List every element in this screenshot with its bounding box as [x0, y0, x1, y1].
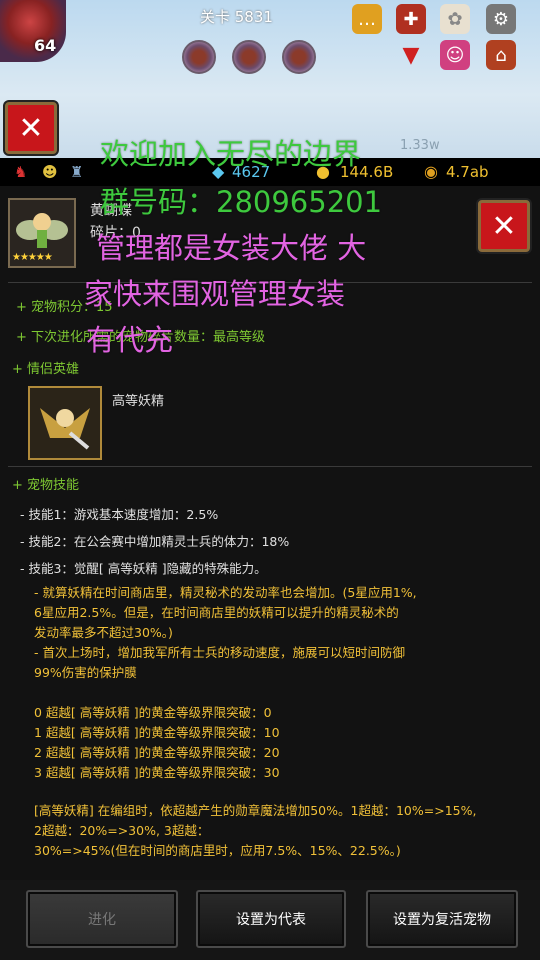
overlay-text: 有代充 — [86, 323, 174, 357]
medal-icon — [282, 40, 316, 74]
partner-hero-portrait[interactable] — [28, 386, 102, 460]
bonus-line: 2超越：20%=>30%, 3超越： — [34, 823, 210, 838]
partner-hero-name: 高等妖精 — [112, 394, 165, 409]
hero-mini-icon: ♞ — [14, 163, 28, 181]
set-revive-pet-button[interactable]: 设置为复活宠物 — [366, 890, 518, 948]
skill-description: 发动率最多不超过30%。) — [34, 625, 173, 640]
skill-description: - 就算妖精在时间商店里，精灵秘术的发动率也会增加。(5星应用1%, — [34, 585, 417, 600]
evolve-button[interactable]: 进化 — [26, 890, 178, 948]
hero-mini-icon: ☻ — [42, 163, 58, 181]
close-outer-button[interactable]: ✕ — [5, 102, 57, 154]
hero-mini-icon: ♜ — [70, 163, 84, 181]
bonus-line: 30%=>45%(但在时间的商店里时，应用7.5%、15%、22.5%。) — [34, 843, 401, 858]
dropdown-arrow-icon[interactable]: ▼ — [396, 40, 426, 70]
player-level: 64 — [34, 36, 57, 55]
skill-line: - 技能3：觉醒[ 高等妖精 ]隐藏的特殊能力。 — [20, 561, 267, 576]
chat-icon[interactable]: … — [352, 4, 382, 34]
divider — [8, 466, 532, 467]
overlay-text: 群号码：280965201 — [100, 185, 383, 219]
overlay-text: 管理都是女装大佬 大 — [96, 231, 367, 265]
limit-break-line: 1 超越[ 高等妖精 ]的黄金等级界限突破：10 — [34, 725, 280, 740]
faded-value: 1.33w — [400, 138, 440, 153]
limit-break-line: 0 超越[ 高等妖精 ]的黄金等级界限突破：0 — [34, 705, 272, 720]
house-icon[interactable]: ⌂ — [486, 40, 516, 70]
skill-line: - 技能2：在公会赛中增加精灵士兵的体力：18% — [20, 534, 290, 549]
partner-heading: + 情侣英雄 — [12, 362, 80, 377]
bonus-line: [高等妖精] 在编组时，依超越产生的勋章魔法增加50%。1超越：10%=>15%… — [34, 803, 477, 818]
gear-icon[interactable]: ⚙ — [486, 4, 516, 34]
medal-icon — [232, 40, 266, 74]
medal-icon — [182, 40, 216, 74]
overlay-text: 欢迎加入无尽的边界 — [100, 137, 362, 171]
coins-value: 4.7ab — [446, 163, 489, 181]
skills-heading: + 宠物技能 — [12, 478, 80, 493]
pet-stars: ★★★★★ — [12, 252, 53, 263]
limit-break-line: 3 超越[ 高等妖精 ]的黄金等级界限突破：30 — [34, 765, 280, 780]
coin-icon: ◉ — [424, 162, 438, 181]
shop-icon[interactable]: ✚ — [396, 4, 426, 34]
skill-description: 99%伤害的保护膜 — [34, 665, 137, 680]
skill-description: 6星应用2.5%。但是，在时间商店里的妖精可以提升的精灵秘术的 — [34, 605, 399, 620]
skill-description: - 首次上场时，增加我军所有士兵的移动速度，施展可以短时间防御 — [34, 645, 405, 660]
angel-icon[interactable]: ✿ — [440, 4, 470, 34]
friends-icon[interactable]: ☺ — [440, 40, 470, 70]
stage-label: 关卡 5831 — [200, 8, 273, 26]
limit-break-line: 2 超越[ 高等妖精 ]的黄金等级界限突破：20 — [34, 745, 280, 760]
elf-icon — [40, 408, 90, 450]
skill-line: - 技能1：游戏基本速度增加：2.5% — [20, 507, 219, 522]
set-representative-button[interactable]: 设置为代表 — [196, 890, 346, 948]
overlay-text: 家快来围观管理女装 — [84, 277, 346, 311]
close-button[interactable]: ✕ — [478, 200, 530, 252]
